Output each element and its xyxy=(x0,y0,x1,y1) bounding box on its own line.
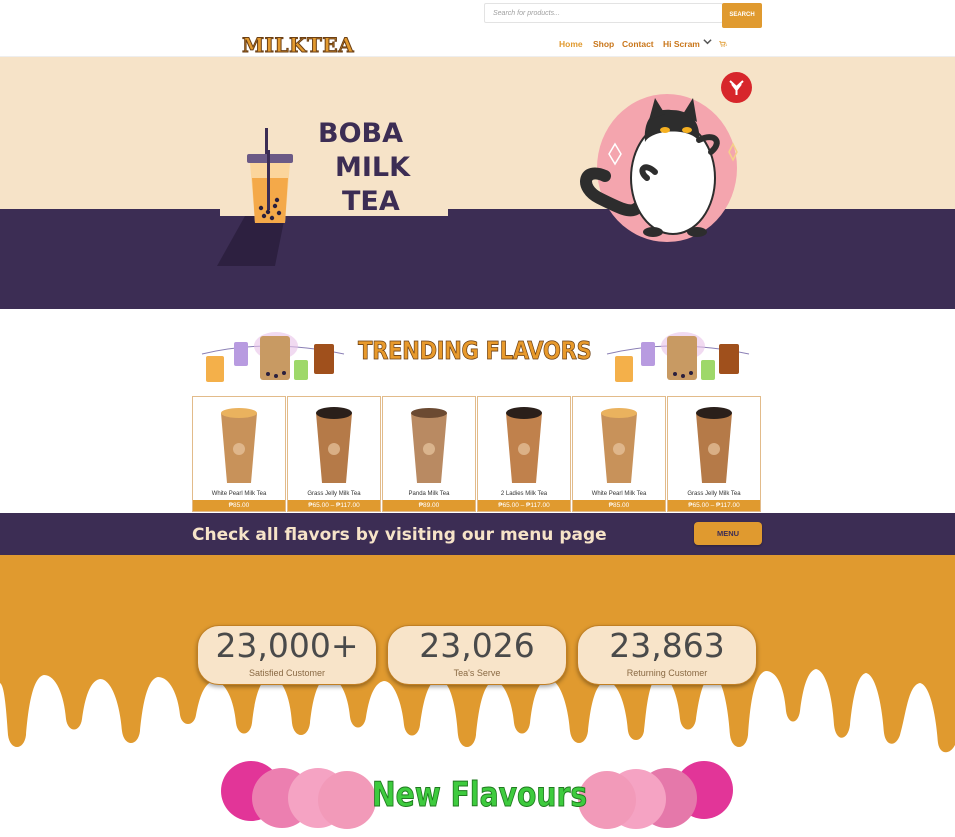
product-price: ₱89.00 xyxy=(383,500,475,511)
stat-number: 23,863 xyxy=(609,626,725,665)
product-image[interactable] xyxy=(383,397,475,487)
nav-shop[interactable]: Shop xyxy=(593,39,614,49)
product-image[interactable] xyxy=(478,397,570,487)
product-card[interactable]: Panda Milk Tea ₱89.00 xyxy=(382,396,476,512)
hero-banner-lower xyxy=(0,209,955,309)
stat-number: 23,026 xyxy=(419,626,535,665)
trending-title: TRENDING FLAVORS xyxy=(358,336,593,366)
product-image[interactable] xyxy=(193,397,285,487)
stat-label: Returning Customer xyxy=(626,668,708,678)
nav-account[interactable]: Hi Scram xyxy=(663,39,700,49)
stat-card-served: 23,026 Tea's Serve xyxy=(387,625,567,685)
stat-number: 23,000+ xyxy=(215,626,359,665)
product-price: ₱85.00 xyxy=(193,500,285,511)
menu-button[interactable]: MENU xyxy=(694,522,762,545)
nav-home[interactable]: Home xyxy=(559,39,583,49)
hero-banner xyxy=(0,57,955,209)
nav-contact[interactable]: Contact xyxy=(622,39,654,49)
product-grid: White Pearl Milk Tea ₱85.00 Grass Jelly … xyxy=(192,396,762,512)
brand-badge-icon xyxy=(721,72,752,103)
search-button[interactable]: SEARCH xyxy=(722,3,762,28)
cart-icon[interactable]: 1 xyxy=(719,41,729,49)
hero-title-line-1: BOBA xyxy=(318,118,404,149)
product-price: ₱65.00 – ₱117.00 xyxy=(288,500,380,511)
cat-illustration xyxy=(580,94,738,242)
new-flavours-title: New Flavours xyxy=(372,775,588,816)
product-name[interactable]: White Pearl Milk Tea xyxy=(193,491,285,497)
product-image[interactable] xyxy=(668,397,760,487)
product-card[interactable]: 2 Ladies Milk Tea ₱65.00 – ₱117.00 xyxy=(477,396,571,512)
hero-title-line-2: MILK xyxy=(335,152,411,183)
decor-bubble xyxy=(318,771,376,829)
trending-cups-left-illustration xyxy=(201,332,345,382)
product-name[interactable]: White Pearl Milk Tea xyxy=(573,491,665,497)
site-header: Search for products... SEARCH MILKTEA Ho… xyxy=(0,0,955,58)
product-price: ₱65.00 – ₱117.00 xyxy=(478,500,570,511)
product-price: ₱85.00 xyxy=(573,500,665,511)
stat-card-returning: 23,863 Returning Customer xyxy=(577,625,757,685)
stat-card-satisfied: 23,000+ Satisfied Customer xyxy=(197,625,377,685)
hero-title-line-3: TEA xyxy=(342,186,400,217)
product-image[interactable] xyxy=(573,397,665,487)
product-card[interactable]: White Pearl Milk Tea ₱85.00 xyxy=(192,396,286,512)
menu-cta-text: Check all flavors by visiting our menu p… xyxy=(192,525,607,545)
site-logo[interactable]: MILKTEA xyxy=(241,33,354,58)
search-input[interactable]: Search for products... xyxy=(484,3,723,23)
product-name[interactable]: 2 Ladies Milk Tea xyxy=(478,491,570,497)
stat-label: Tea's Serve xyxy=(453,668,501,678)
product-card[interactable]: Grass Jelly Milk Tea ₱65.00 – ₱117.00 xyxy=(667,396,761,512)
stat-label: Satisfied Customer xyxy=(248,668,326,678)
product-name[interactable]: Grass Jelly Milk Tea xyxy=(668,491,760,497)
product-name[interactable]: Grass Jelly Milk Tea xyxy=(288,491,380,497)
product-card[interactable]: White Pearl Milk Tea ₱85.00 xyxy=(572,396,666,512)
chevron-down-icon[interactable] xyxy=(703,37,712,48)
product-name[interactable]: Panda Milk Tea xyxy=(383,491,475,497)
product-image[interactable] xyxy=(288,397,380,487)
trending-cups-right-illustration xyxy=(606,332,750,382)
cart-count: 1 xyxy=(725,42,728,47)
product-card[interactable]: Grass Jelly Milk Tea ₱65.00 – ₱117.00 xyxy=(287,396,381,512)
product-price: ₱65.00 – ₱117.00 xyxy=(668,500,760,511)
boba-cup-illustration xyxy=(217,128,293,266)
